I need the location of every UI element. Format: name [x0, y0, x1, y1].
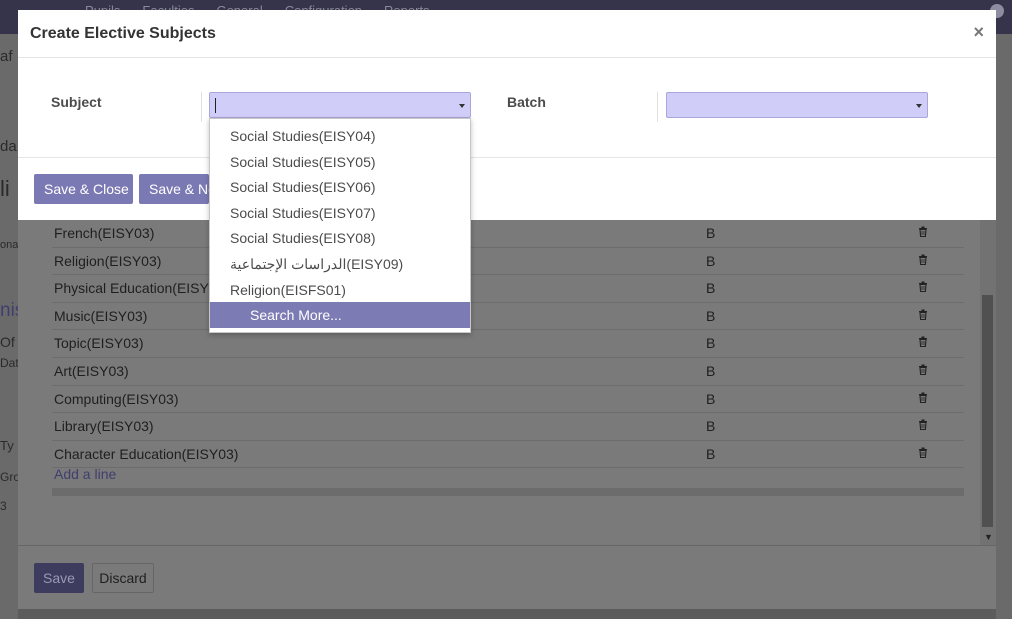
table-row[interactable]: Topic(EISY03) B	[52, 330, 964, 358]
bg-fragment: Dat	[0, 356, 19, 370]
save-new-button[interactable]: Save & New	[139, 174, 209, 204]
table-row[interactable]: Computing(EISY03) B	[52, 386, 964, 414]
row-batch: B	[706, 307, 716, 324]
bg-fragment: Gro	[0, 470, 21, 484]
trash-icon[interactable]	[918, 447, 928, 458]
bg-fragment: da	[0, 138, 17, 155]
row-subject: Religion(EISY03)	[54, 252, 162, 269]
subject-label: Subject	[51, 94, 102, 110]
scrollbar[interactable]: ▼	[980, 220, 996, 545]
bg-fragment: li	[0, 176, 10, 201]
chevron-down-icon[interactable]	[916, 104, 922, 108]
scroll-down-icon[interactable]: ▼	[984, 532, 993, 542]
bg-fragment: Of	[0, 334, 15, 350]
dropdown-option[interactable]: الدراسات الإجتماعية(EISY09)	[210, 252, 470, 278]
row-subject: Library(EISY03)	[54, 418, 154, 435]
row-batch: B	[706, 280, 716, 297]
add-line-link[interactable]: Add a line	[54, 466, 116, 482]
batch-select[interactable]	[666, 92, 928, 118]
row-subject: Art(EISY03)	[54, 362, 129, 379]
scrollbar-thumb[interactable]	[982, 295, 993, 527]
trash-icon[interactable]	[918, 336, 928, 348]
table-row[interactable]: Library(EISY03) B	[52, 413, 964, 441]
bg-fragment: af	[0, 48, 13, 65]
row-batch: B	[706, 418, 716, 435]
dropdown-option[interactable]: Social Studies(EISY05)	[210, 150, 470, 176]
batch-label: Batch	[507, 94, 546, 110]
trash-icon[interactable]	[918, 364, 928, 375]
create-elective-dialog: Create Elective Subjects × Subject Batch…	[18, 10, 996, 220]
field-divider	[657, 92, 658, 122]
row-subject: French(EISY03)	[54, 225, 155, 241]
dropdown-option[interactable]: Social Studies(EISY07)	[210, 201, 470, 227]
bg-fragment: ona	[0, 239, 19, 251]
trash-icon[interactable]	[918, 392, 928, 403]
subjects-table: French(EISY03) B Religion(EISY03) B Phys…	[52, 220, 964, 469]
table-row[interactable]: Character Education(EISY03) B	[52, 441, 964, 469]
chevron-down-icon[interactable]	[459, 104, 465, 108]
table-footer	[52, 488, 964, 496]
dialog-footer-divider	[18, 157, 996, 158]
row-subject: Topic(EISY03)	[54, 335, 144, 352]
dialog-header: Create Elective Subjects ×	[18, 10, 996, 58]
row-subject: Character Education(EISY03)	[54, 445, 239, 462]
row-batch: B	[706, 335, 716, 352]
bg-fragment: 3	[0, 499, 7, 513]
row-batch: B	[706, 362, 716, 379]
close-icon[interactable]: ×	[973, 22, 984, 43]
row-batch: B	[706, 252, 716, 269]
trash-icon[interactable]	[918, 309, 928, 320]
footer-divider	[18, 545, 996, 546]
subject-dropdown: Social Studies(EISY04) Social Studies(EI…	[209, 118, 471, 333]
dropdown-option[interactable]: Social Studies(EISY06)	[210, 175, 470, 201]
row-batch: B	[706, 225, 716, 241]
dropdown-option[interactable]: Religion(EISFS01)	[210, 278, 470, 304]
background-right-edge	[996, 34, 1012, 619]
row-batch: B	[706, 390, 716, 407]
dialog-title: Create Elective Subjects	[30, 25, 216, 42]
trash-icon[interactable]	[918, 226, 928, 237]
row-batch: B	[706, 445, 716, 462]
discard-button[interactable]: Discard	[92, 563, 154, 593]
save-close-button[interactable]: Save & Close	[34, 174, 133, 204]
table-row[interactable]: Music(EISY03) B	[52, 303, 964, 331]
table-row[interactable]: Art(EISY03) B	[52, 358, 964, 386]
table-row[interactable]: Physical Education(EISY03) B	[52, 275, 964, 303]
save-button[interactable]: Save	[34, 563, 84, 593]
subject-select[interactable]	[209, 92, 471, 118]
search-more-option[interactable]: Search More...	[210, 302, 470, 328]
bg-fragment: Ty	[0, 438, 14, 453]
row-subject: Music(EISY03)	[54, 307, 148, 324]
dropdown-option[interactable]: Social Studies(EISY08)	[210, 226, 470, 252]
trash-icon[interactable]	[918, 254, 928, 265]
field-divider	[201, 92, 202, 122]
dropdown-option[interactable]: Social Studies(EISY04)	[210, 124, 470, 150]
table-row[interactable]: French(EISY03) B	[52, 220, 964, 248]
background-left-edge: af da li ona nis Of Dat Ty Gro 3	[0, 34, 24, 619]
trash-icon[interactable]	[918, 281, 928, 293]
row-subject: Physical Education(EISY03)	[54, 280, 230, 297]
table-row[interactable]: Religion(EISY03) B	[52, 248, 964, 276]
row-subject: Computing(EISY03)	[54, 390, 179, 407]
background-dialog: French(EISY03) B Religion(EISY03) B Phys…	[18, 220, 996, 609]
trash-icon[interactable]	[918, 419, 928, 431]
text-cursor	[215, 98, 216, 113]
